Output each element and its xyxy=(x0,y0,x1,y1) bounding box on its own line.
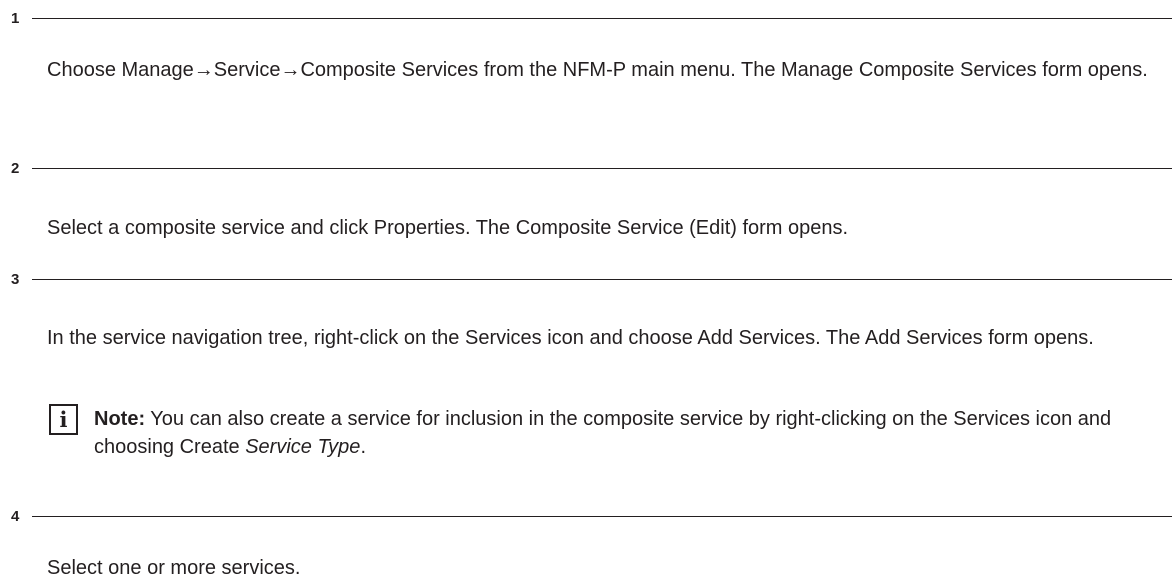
step-2-text: Select a composite service and click Pro… xyxy=(47,217,849,239)
step-4-header: 4 xyxy=(0,508,1172,525)
note-emphasis: Service Type xyxy=(245,436,361,458)
step-1-text: Choose Manage→Service→Composite Services… xyxy=(47,59,1148,81)
note-label: Note: xyxy=(94,408,146,430)
info-icon: i xyxy=(49,404,78,435)
step-divider xyxy=(32,279,1172,280)
note-text: Note: You can also create a service for … xyxy=(94,405,1164,461)
note-tail: . xyxy=(360,436,366,458)
step-1-header: 1 xyxy=(0,10,1172,27)
note-callout: i Note: You can also create a service fo… xyxy=(49,404,1159,464)
step-number: 2 xyxy=(11,160,20,177)
step-divider xyxy=(32,168,1172,169)
step-number: 1 xyxy=(11,10,20,27)
step-3-header: 3 xyxy=(0,271,1172,288)
step-divider xyxy=(32,516,1172,517)
step-4-text: Select one or more services. xyxy=(47,557,301,579)
step-number: 4 xyxy=(11,508,20,525)
step-3-text: In the service navigation tree, right-cl… xyxy=(47,327,1094,349)
step-2-header: 2 xyxy=(0,160,1172,177)
step-number: 3 xyxy=(11,271,20,288)
step-divider xyxy=(32,18,1172,19)
